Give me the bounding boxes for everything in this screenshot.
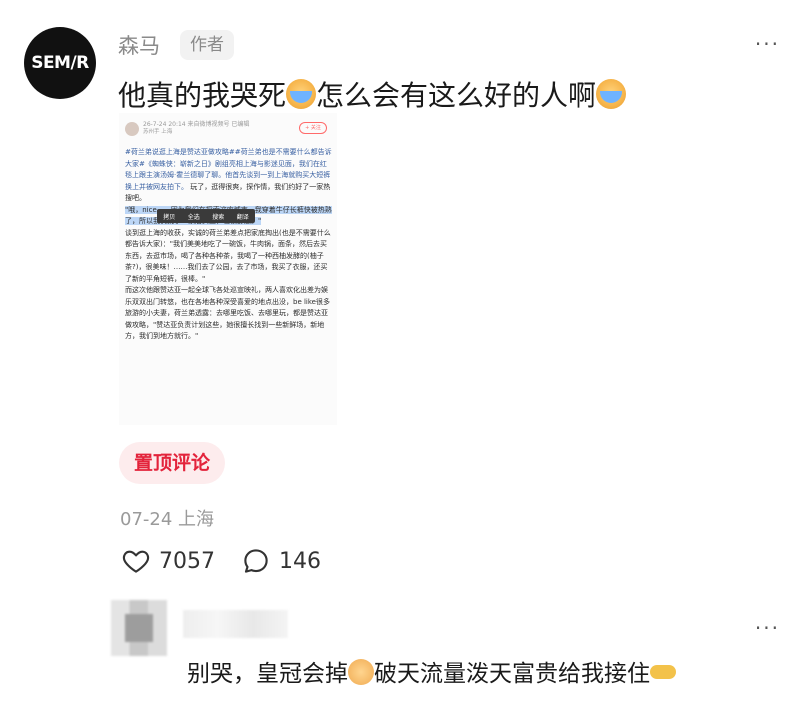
screenshot-menu-copy: 拷贝 — [163, 213, 176, 221]
reply-username-blurred[interactable] — [183, 610, 288, 638]
author-badge: 作者 — [180, 30, 234, 60]
comment-text-part1: 他真的我哭死 — [118, 79, 287, 112]
author-username[interactable]: 森马 — [118, 30, 160, 60]
screenshot-header-meta: 苏州手 上海 — [143, 129, 173, 135]
reply-text: 别哭，皇冠会掉 破天流量泼天富贵给我接住 — [187, 654, 676, 688]
reply-avatar[interactable] — [111, 600, 167, 656]
speech-bubble-icon — [244, 549, 268, 573]
catching-hand-icon — [650, 665, 676, 679]
screenshot-paragraph-4: 而这次他跟赞达亚一起全球飞各处巡宣映礼，两人喜欢化出差为娱乐双双出门转悠，也在各… — [125, 286, 330, 340]
heart-icon — [122, 550, 150, 573]
reply-text-part1: 别哭，皇冠会掉 — [187, 661, 348, 687]
reply-button[interactable]: 146 — [241, 546, 321, 576]
like-button[interactable]: 7057 — [121, 546, 215, 576]
screenshot-avatar — [125, 122, 139, 136]
screenshot-menu-search: 搜索 — [212, 213, 225, 221]
comment-stats: 7057 146 — [121, 546, 347, 576]
reply-count: 146 — [279, 548, 321, 574]
reply-more-options-icon[interactable]: ··· — [755, 616, 780, 640]
comment-meta: 07-24 上海 — [120, 505, 214, 531]
screenshot-context-menu: 拷贝 全选 搜索 翻译 — [157, 209, 255, 223]
more-options-icon[interactable]: ··· — [755, 32, 780, 56]
attached-screenshot[interactable]: 26-7-24 20:14 来自微博视频号 已编辑 苏州手 上海 + 关注 #荷… — [119, 113, 337, 425]
pinned-comment-badge: 置顶评论 — [119, 442, 226, 484]
comment-location: 上海 — [178, 509, 215, 530]
reply-text-part2: 破天流量泼天富贵给我接住 — [374, 661, 650, 687]
screenshot-follow-button: + 关注 — [299, 122, 327, 134]
screenshot-body: #荷兰弟说逛上海是赞达亚做攻略##荷兰弟也是不需要什么都告诉大家#《蜘蛛侠：崭新… — [125, 147, 333, 343]
comment-date: 07-24 — [120, 509, 173, 530]
dog-face-icon — [348, 659, 374, 685]
author-avatar[interactable]: SEM/R — [24, 27, 96, 99]
crying-face-icon — [286, 79, 317, 109]
screenshot-menu-translate: 翻译 — [236, 213, 249, 221]
crying-face-icon — [596, 79, 627, 109]
like-count: 7057 — [159, 548, 215, 574]
comment-thread: SEM/R 森马 作者 ··· 他真的我哭死 怎么会有这么好的人啊 26-7-24… — [0, 0, 800, 706]
comment-text-part2: 怎么会有这么好的人啊 — [316, 79, 597, 112]
screenshot-paragraph-3: 谈到逛上海的收获，实诚的荷兰弟差点把家底掏出(也是不需要什么都告诉大家)："我们… — [125, 228, 331, 283]
comment-text: 他真的我哭死 怎么会有这么好的人啊 — [118, 76, 627, 116]
screenshot-menu-select-all: 全选 — [187, 213, 200, 221]
